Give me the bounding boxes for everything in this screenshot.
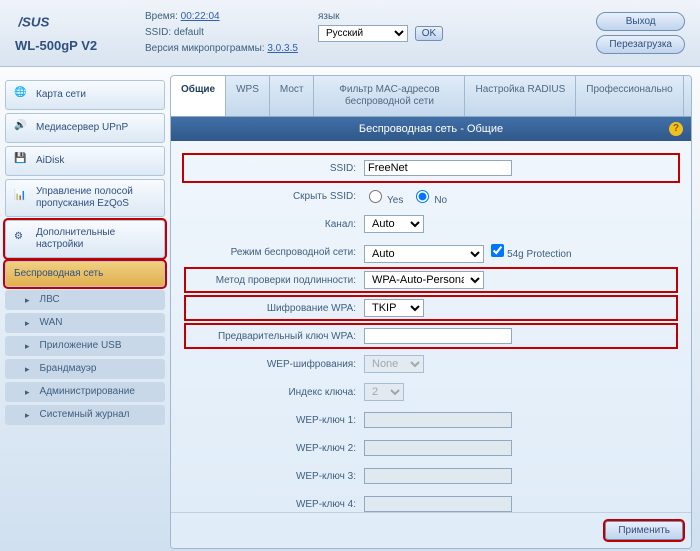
- form-area: SSID: Скрыть SSID:YesNo Канал:Auto Режим…: [171, 141, 691, 512]
- ssid-input[interactable]: [364, 160, 512, 176]
- hide-no-radio[interactable]: [416, 190, 429, 203]
- encryption-select[interactable]: TKIP: [364, 299, 424, 317]
- time-link[interactable]: 00:22:04: [181, 11, 220, 22]
- tab-bar: Общие WPS Мост Фильтр MAC-адресов беспро…: [171, 76, 691, 117]
- tab-radius[interactable]: Настройка RADIUS: [465, 76, 576, 116]
- mode-select[interactable]: Auto: [364, 245, 484, 263]
- psk-input[interactable]: [364, 328, 512, 344]
- sidebar-item-wireless[interactable]: Беспроводная сеть: [5, 261, 165, 287]
- help-icon[interactable]: ?: [669, 122, 683, 136]
- svg-text:/SUS: /SUS: [17, 14, 49, 29]
- hide-yes-radio[interactable]: [369, 190, 382, 203]
- g-protect-checkbox[interactable]: [491, 244, 504, 257]
- logout-button[interactable]: Выход: [596, 12, 685, 31]
- sidebar-item-qos[interactable]: 📊Управление полосой пропускания EzQoS: [5, 179, 165, 217]
- sidebar-item-upnp[interactable]: 🔊Медиасервер UPnP: [5, 113, 165, 143]
- wep1-input: [364, 412, 512, 428]
- wep3-input: [364, 468, 512, 484]
- header-bar: /SUS WL-500gP V2 Время: 00:22:04 SSID: d…: [0, 0, 700, 67]
- tab-mac-filter[interactable]: Фильтр MAC-адресов беспроводной сети: [314, 76, 465, 116]
- map-icon: 🌐: [14, 87, 30, 103]
- language-select[interactable]: Русский: [318, 25, 408, 42]
- sidebar-item-aidisk[interactable]: 💾AiDisk: [5, 146, 165, 176]
- sidebar-item-lan[interactable]: ЛВС: [5, 290, 165, 310]
- wep4-input: [364, 496, 512, 512]
- model-name: WL-500gP V2: [15, 38, 145, 53]
- sidebar-item-usb[interactable]: Приложение USB: [5, 336, 165, 356]
- sidebar-item-wan[interactable]: WAN: [5, 313, 165, 333]
- sidebar: 🌐Карта сети 🔊Медиасервер UPnP 💾AiDisk 📊У…: [0, 67, 170, 551]
- key-index-select: 2: [364, 383, 404, 401]
- panel-title: Беспроводная сеть - Общие ?: [171, 117, 691, 141]
- logo: /SUS WL-500gP V2: [15, 13, 145, 53]
- disk-icon: 💾: [14, 153, 30, 169]
- auth-select[interactable]: WPA-Auto-Personal: [364, 271, 484, 289]
- ok-button[interactable]: OK: [415, 26, 443, 41]
- tab-bridge[interactable]: Мост: [270, 76, 315, 116]
- content-panel: Общие WPS Мост Фильтр MAC-адресов беспро…: [170, 75, 692, 549]
- apply-button[interactable]: Применить: [605, 521, 683, 540]
- reboot-button[interactable]: Перезагрузка: [596, 35, 685, 54]
- channel-select[interactable]: Auto: [364, 215, 424, 233]
- gear-icon: ⚙: [14, 231, 30, 247]
- wep-enc-select: None: [364, 355, 424, 373]
- sidebar-item-advanced[interactable]: ⚙Дополнительные настройки: [5, 220, 165, 258]
- sidebar-item-map[interactable]: 🌐Карта сети: [5, 80, 165, 110]
- sidebar-item-firewall[interactable]: Брандмауэр: [5, 359, 165, 379]
- tab-general[interactable]: Общие: [171, 76, 226, 116]
- media-icon: 🔊: [14, 120, 30, 136]
- tab-wps[interactable]: WPS: [226, 76, 270, 116]
- sidebar-item-syslog[interactable]: Системный журнал: [5, 405, 165, 425]
- sidebar-item-admin[interactable]: Администрирование: [5, 382, 165, 402]
- wep2-input: [364, 440, 512, 456]
- tab-professional[interactable]: Профессионально: [576, 76, 683, 116]
- fw-link[interactable]: 3.0.3.5: [267, 43, 298, 54]
- qos-icon: 📊: [14, 190, 30, 206]
